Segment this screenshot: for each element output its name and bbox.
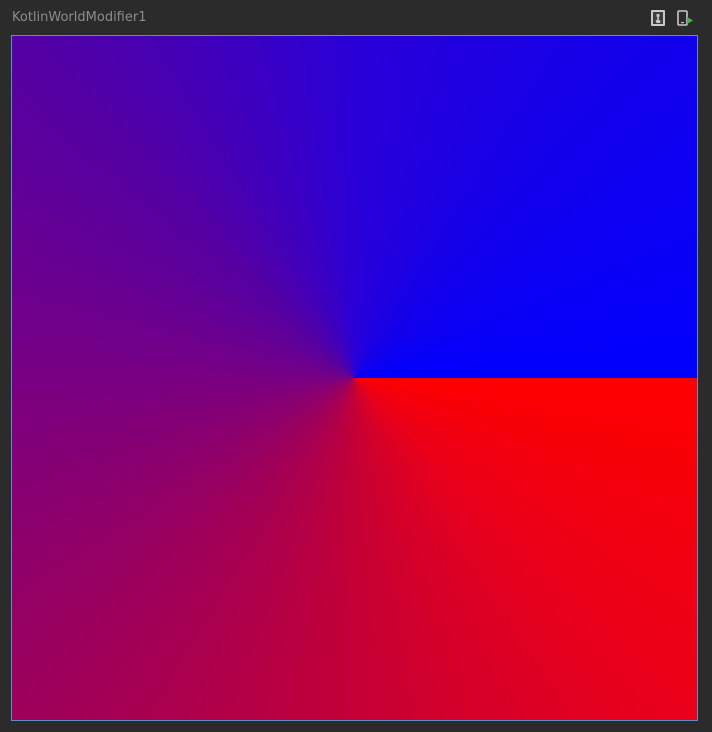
compose-preview-panel: KotlinWorldModifier1 [0,0,712,732]
interactive-mode-button[interactable] [650,9,666,27]
deploy-preview-button[interactable] [677,9,693,27]
preview-render-frame[interactable] [11,35,698,721]
preview-header: KotlinWorldModifier1 [0,0,712,34]
deploy-preview-icon [677,9,693,27]
sweep-gradient-canvas [12,36,697,720]
interactive-mode-icon [650,9,666,27]
preview-title: KotlinWorldModifier1 [12,10,147,25]
